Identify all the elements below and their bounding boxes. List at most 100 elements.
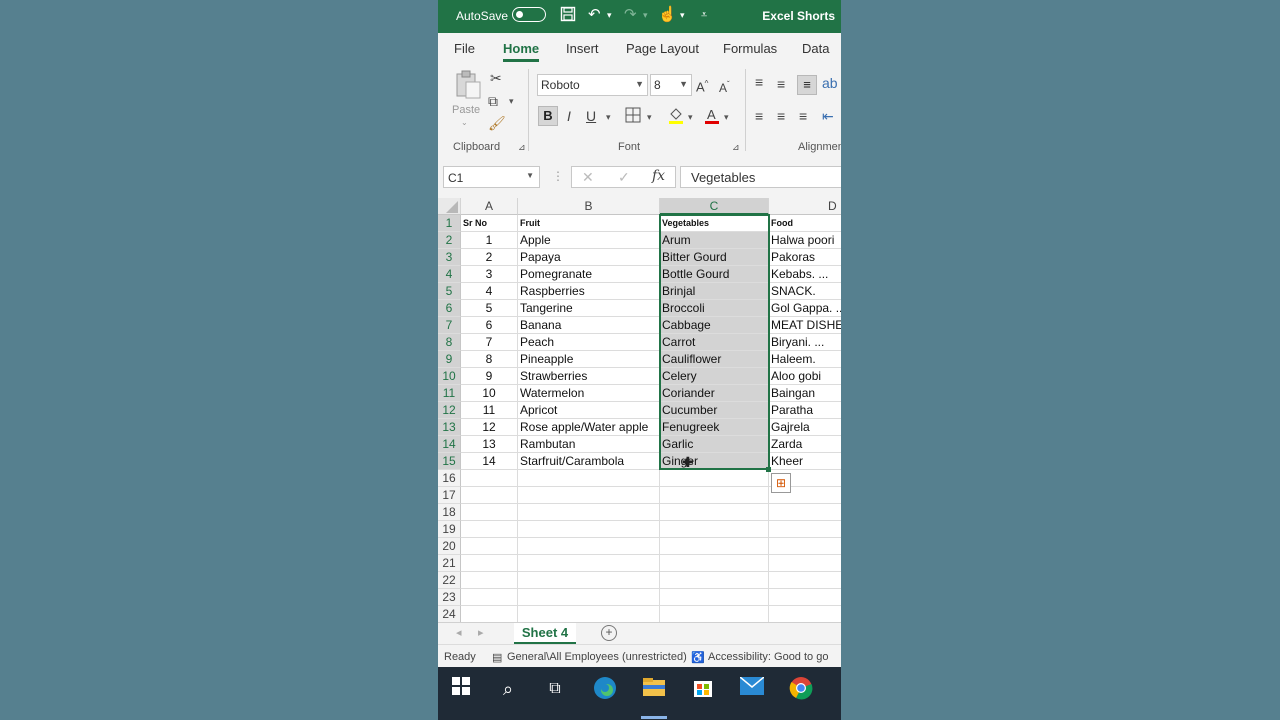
row-header[interactable]: 1 [438,215,461,232]
tab-home[interactable]: Home [503,41,539,56]
cell-c21[interactable] [660,555,769,572]
borders-dropdown-icon[interactable]: ▾ [647,112,652,123]
mail-icon[interactable] [739,676,765,702]
cell-a4[interactable]: 3 [461,266,518,283]
cell-b11[interactable]: Watermelon [518,385,660,402]
name-box[interactable]: C1 ▼ [443,166,540,188]
cell-b14[interactable]: Rambutan [518,436,660,453]
paste-icon[interactable] [454,70,482,103]
cell-b22[interactable] [518,572,660,589]
save-icon[interactable] [560,6,576,27]
customize-toolbar-icon[interactable]: ⩡ [701,6,707,24]
cell-a24[interactable] [461,606,518,622]
cell-c12[interactable]: Cucumber [660,402,769,419]
row-header[interactable]: 14 [438,436,461,453]
cell-a9[interactable]: 8 [461,351,518,368]
worksheet-grid[interactable]: A B C D 1 Sr No Fruit Vegetables Food 2 1 Apple… [438,198,841,622]
cell-c10[interactable]: Celery [660,368,769,385]
cell-a5[interactable]: 4 [461,283,518,300]
cell-d15[interactable]: Kheer [769,453,841,470]
cell-d13[interactable]: Gajrela [769,419,841,436]
cell-a8[interactable]: 7 [461,334,518,351]
column-header-a[interactable]: A [461,198,518,215]
cell-d5[interactable]: SNACK. [769,283,841,300]
cell-a14[interactable]: 13 [461,436,518,453]
increase-font-icon[interactable]: A^ [696,76,708,95]
more-options-icon[interactable]: ⋮ [552,169,564,183]
cell-a7[interactable]: 6 [461,317,518,334]
cell-a17[interactable] [461,487,518,504]
cell-d24[interactable] [769,606,841,622]
cell-a23[interactable] [461,589,518,606]
cell-c2[interactable]: Arum [660,232,769,249]
fill-color-dropdown-icon[interactable]: ▾ [688,112,693,123]
cell-a16[interactable] [461,470,518,487]
cell-b4[interactable]: Pomegranate [518,266,660,283]
row-header[interactable]: 21 [438,555,461,572]
cell-c11[interactable]: Coriander [660,385,769,402]
cell-a18[interactable] [461,504,518,521]
cell-a6[interactable]: 5 [461,300,518,317]
cell-c13[interactable]: Fenugreek [660,419,769,436]
tab-data[interactable]: Data [802,41,829,56]
cell-b15[interactable]: Starfruit/Carambola [518,453,660,470]
cell-c16[interactable] [660,470,769,487]
underline-button[interactable]: U [586,108,596,124]
top-align-icon[interactable]: ≡ [755,74,763,90]
cell-c22[interactable] [660,572,769,589]
cell-d23[interactable] [769,589,841,606]
cell-a11[interactable]: 10 [461,385,518,402]
column-header-b[interactable]: B [518,198,660,215]
cell-d10[interactable]: Aloo gobi [769,368,841,385]
cell-d6[interactable]: Gol Gappa. ... [769,300,841,317]
redo-icon[interactable]: ↷ [624,6,637,24]
decrease-indent-icon[interactable]: ⇤ [822,108,834,124]
cell-d11[interactable]: Baingan [769,385,841,402]
insert-function-icon[interactable]: fx [652,168,665,184]
tab-formulas[interactable]: Formulas [723,41,777,56]
cell-c9[interactable]: Cauliflower [660,351,769,368]
align-right-icon[interactable]: ≡ [799,108,807,124]
cell-d21[interactable] [769,555,841,572]
store-icon[interactable] [690,676,716,702]
cell-b2[interactable]: Apple [518,232,660,249]
cell-a22[interactable] [461,572,518,589]
cell-b17[interactable] [518,487,660,504]
font-color-dropdown-icon[interactable]: ▾ [724,112,729,123]
cell-a10[interactable]: 9 [461,368,518,385]
row-header[interactable]: 18 [438,504,461,521]
middle-align-icon[interactable]: ≡ [777,76,785,92]
borders-icon[interactable] [625,107,641,126]
cell-c24[interactable] [660,606,769,622]
font-launcher-icon[interactable]: ⊿ [732,142,740,153]
cell-d19[interactable] [769,521,841,538]
orientation-icon[interactable]: ab [822,75,838,91]
underline-dropdown-icon[interactable]: ▾ [606,112,611,123]
task-view-icon[interactable]: ⧉ [542,676,568,702]
touch-mode-icon[interactable]: ☝ [658,6,677,24]
autosave-toggle[interactable] [512,7,546,22]
cell-a20[interactable] [461,538,518,555]
add-sheet-icon[interactable]: + [601,625,617,641]
formula-input[interactable]: Vegetables [680,166,841,188]
fill-color-icon[interactable] [668,107,684,128]
cell-a2[interactable]: 1 [461,232,518,249]
row-header[interactable]: 7 [438,317,461,334]
tab-insert[interactable]: Insert [566,41,599,56]
cell-a1[interactable]: Sr No [461,215,518,232]
row-header[interactable]: 22 [438,572,461,589]
font-name-box[interactable]: Roboto ▼ [537,74,648,96]
enter-icon[interactable]: ✓ [618,169,630,186]
bold-button[interactable]: B [538,106,558,126]
cell-a3[interactable]: 2 [461,249,518,266]
edge-icon[interactable] [592,676,618,702]
cell-a12[interactable]: 11 [461,402,518,419]
row-header[interactable]: 2 [438,232,461,249]
cell-b9[interactable]: Pineapple [518,351,660,368]
cell-b8[interactable]: Peach [518,334,660,351]
row-header[interactable]: 19 [438,521,461,538]
align-left-icon[interactable]: ≡ [755,108,763,124]
bottom-align-button[interactable]: ≡ [797,75,817,95]
cell-c18[interactable] [660,504,769,521]
italic-button[interactable]: I [567,108,571,124]
